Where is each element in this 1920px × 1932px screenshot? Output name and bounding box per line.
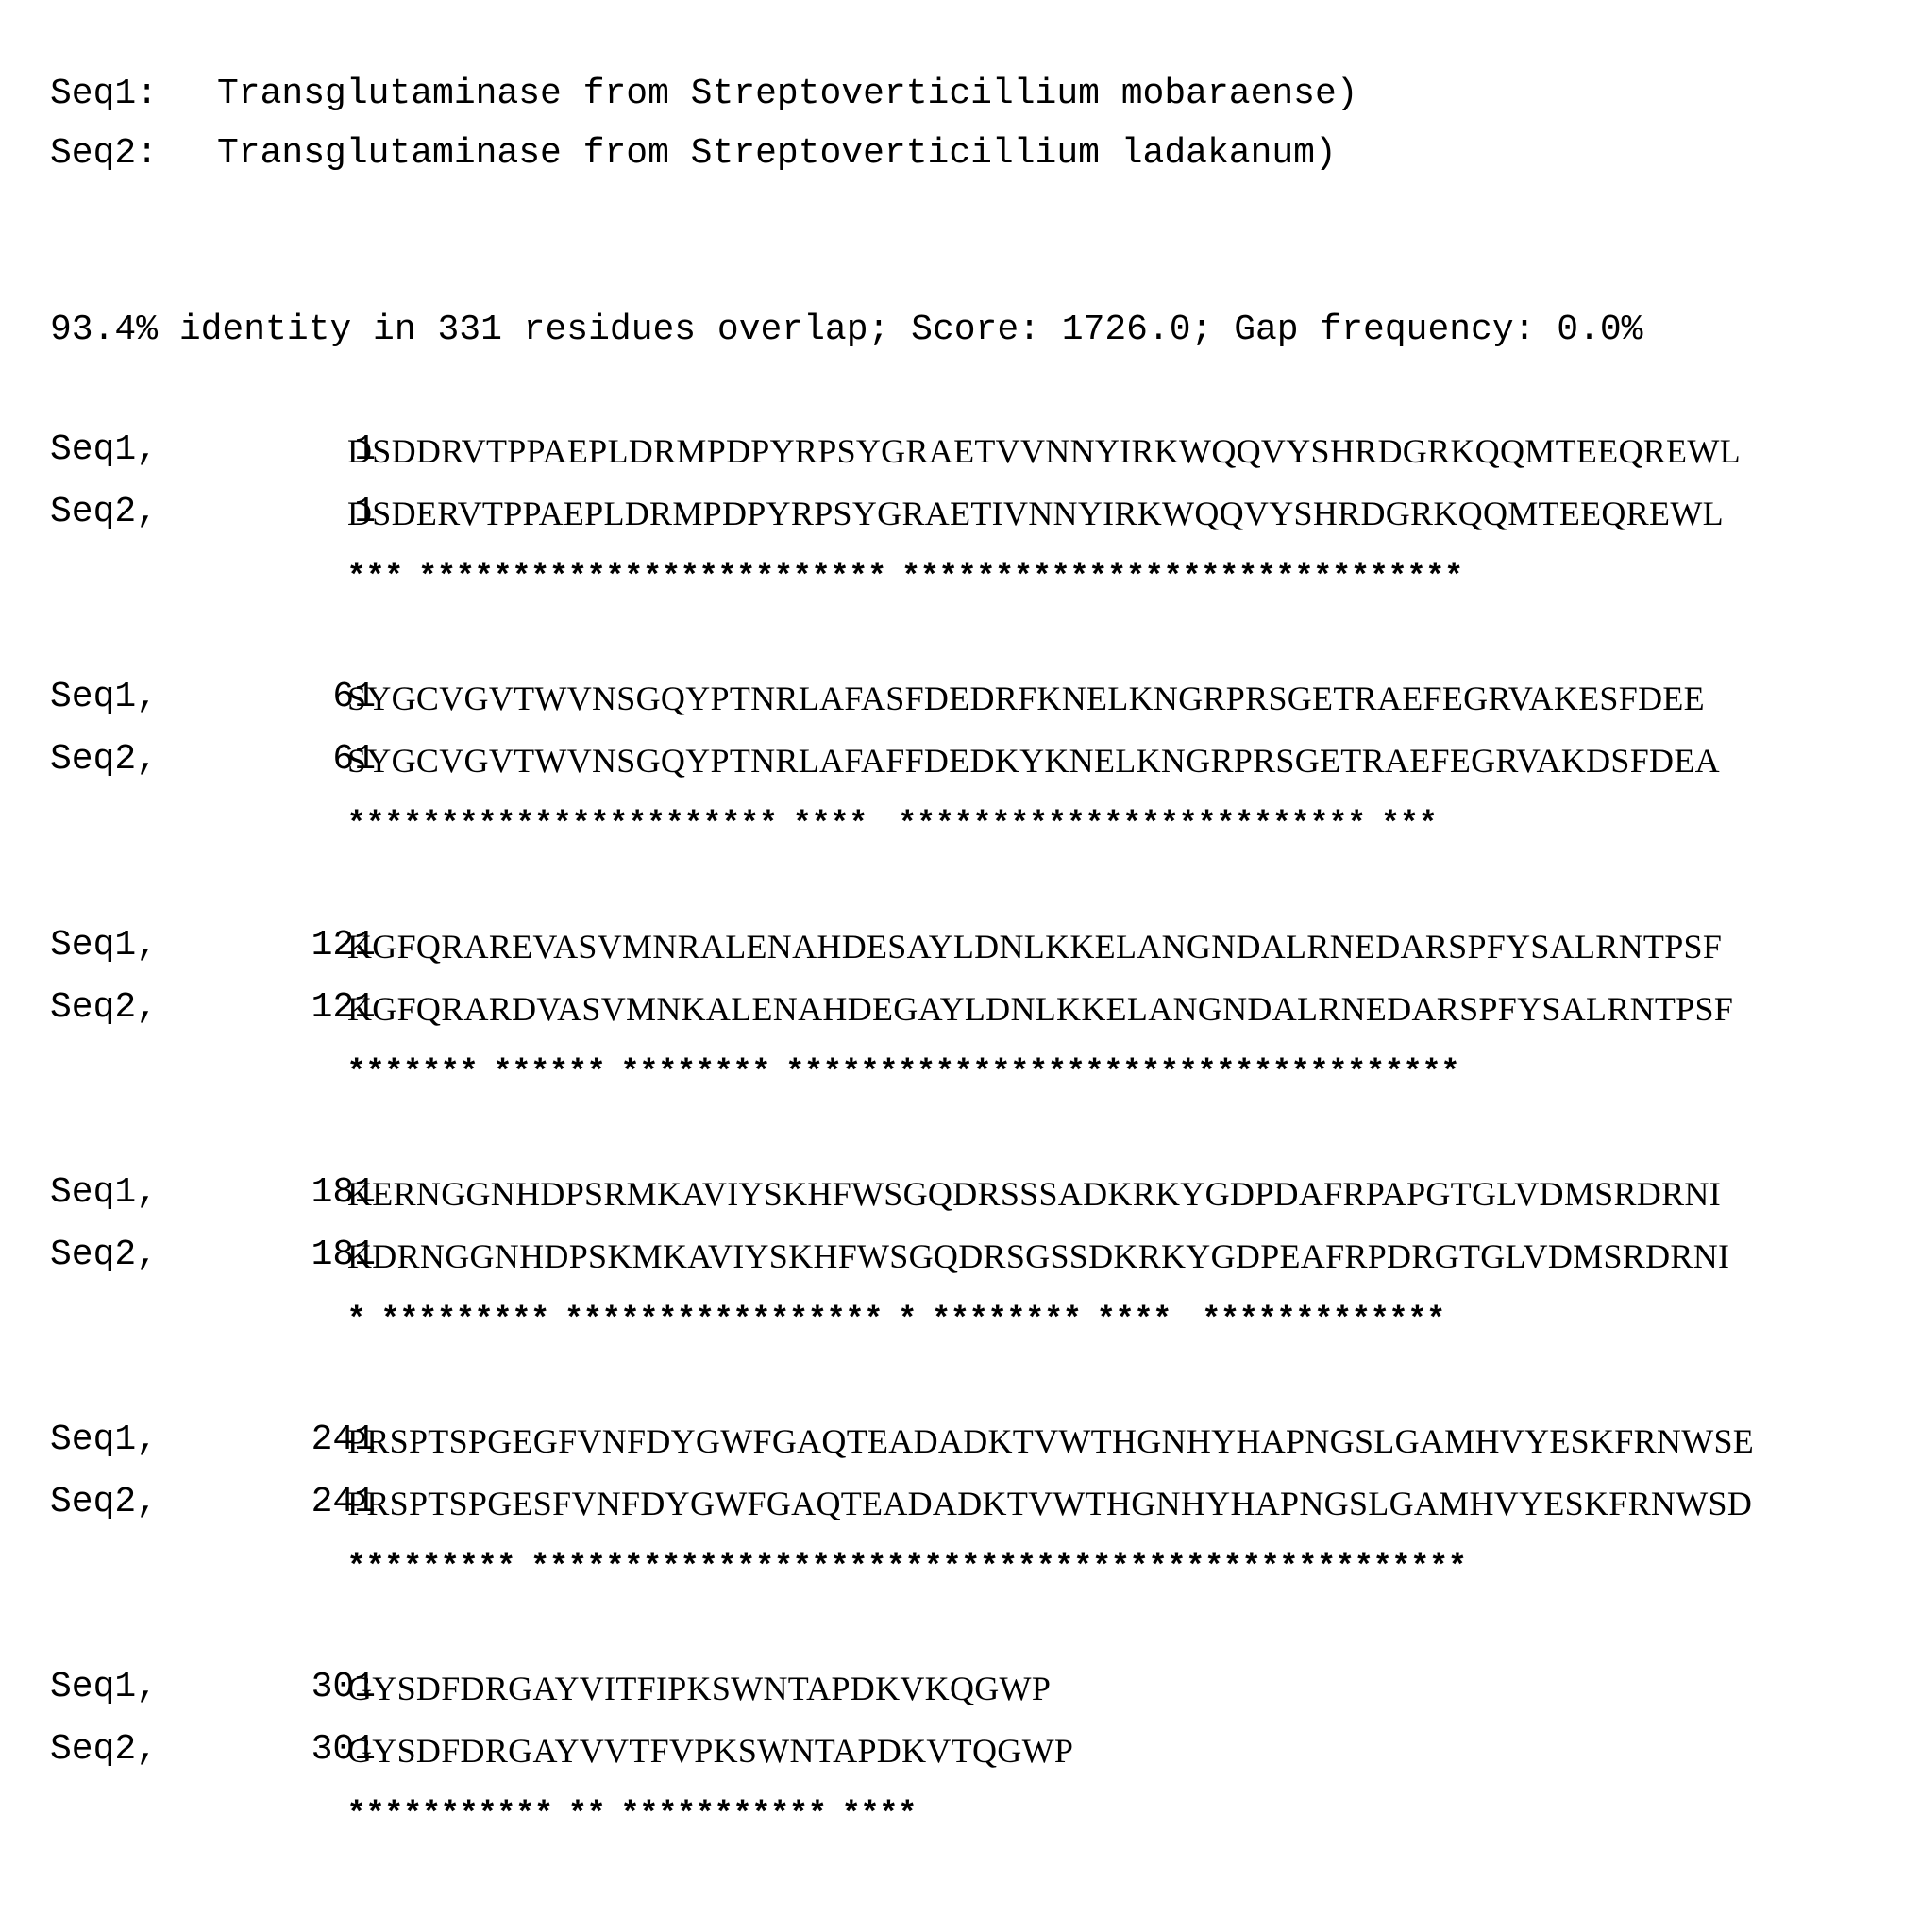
seq-name: Seq1, [50, 925, 159, 966]
seq-name: Seq2, [50, 1729, 159, 1770]
seq-name: Seq2, [50, 739, 159, 780]
seq1-row: Seq1, 241 PRSPTSPGEGFVNFDYGWFGAQTEADADKT… [50, 1420, 1754, 1467]
seq-name: Seq1, [50, 429, 159, 470]
seq2-row: Seq2, 301 GYSDFDRGAYVVTFVPKSWNTAPDKVTQGW… [50, 1729, 1073, 1776]
seq1-row: Seq1, 301 GYSDFDRGAYVITFIPKSWNTAPDKVKQGW… [50, 1667, 1051, 1714]
consensus-row: ******* ****** ******** ****************… [350, 1051, 1463, 1087]
header-seq2: Seq2: Transglutaminase from Streptovertic… [50, 133, 1337, 174]
seq1-row: Seq1, 121 KGFQRAREVASVMNRALENAHDESAYLDNL… [50, 925, 1722, 972]
sequence: SYGCVGVTWVNSGQYPTNRLAFAFFDEDKYKNELKNGRPR… [347, 742, 1720, 780]
header-seq1-description: Transglutaminase from Streptoverticilliu… [217, 74, 1358, 114]
header-seq1: Seq1: Transglutaminase from Streptovertic… [50, 74, 1358, 114]
header-seq2-description: Transglutaminase from Streptoverticilliu… [217, 133, 1337, 174]
seq2-row: Seq2, 181 KDRNGGNHDPSKMKAVIYSKHFWSGQDRSG… [50, 1235, 1729, 1282]
sequence: DSDERVTPPAEPLDRMPDPYRPSYGRAETIVNNYIRKWQQ… [347, 495, 1724, 532]
seq-name: Seq2, [50, 987, 159, 1028]
alignment-summary: 93.4% identity in 331 residues overlap; … [50, 310, 1643, 350]
header-seq1-label: Seq1: [50, 74, 159, 114]
seq-name: Seq1, [50, 1172, 159, 1213]
sequence: KGFQRARDVASVMNKALENAHDEGAYLDNLKKELANGNDA… [347, 990, 1734, 1028]
seq-name: Seq1, [50, 677, 159, 717]
consensus-row: * ********* ***************** * ********… [350, 1299, 1449, 1335]
seq2-row: Seq2, 121 KGFQRARDVASVMNKALENAHDEGAYLDNL… [50, 987, 1733, 1034]
sequence: PRSPTSPGEGFVNFDYGWFGAQTEADADKTVWTHGNHYHA… [347, 1422, 1755, 1460]
sequence: GYSDFDRGAYVITFIPKSWNTAPDKVKQGWP [347, 1670, 1052, 1707]
seq1-row: Seq1, 1 DSDDRVTPPAEPLDRMPDPYRPSYGRAETVVN… [50, 429, 1741, 477]
seq1-row: Seq1, 181 KERNGGNHDPSRMKAVIYSKHFWSGQDRSS… [50, 1172, 1721, 1219]
seq-name: Seq1, [50, 1420, 159, 1460]
seq-name: Seq2, [50, 492, 159, 532]
consensus-row: *********** ** *********** **** [350, 1793, 920, 1829]
sequence: DSDDRVTPPAEPLDRMPDPYRPSYGRAETVVNNYIRKWQQ… [347, 432, 1741, 470]
seq1-row: Seq1, 61 SYGCVGVTWVNSGQYPTNRLAFASFDEDRFK… [50, 677, 1705, 724]
seq2-row: Seq2, 1 DSDERVTPPAEPLDRMPDPYRPSYGRAETIVN… [50, 492, 1724, 539]
consensus-row: ********* ******************************… [350, 1546, 1486, 1582]
seq-name: Seq1, [50, 1667, 159, 1707]
sequence: KDRNGGNHDPSKMKAVIYSKHFWSGQDRSGSSDKRKYGDP… [347, 1237, 1730, 1275]
sequence: KERNGGNHDPSRMKAVIYSKHFWSGQDRSSSADKRKYGDP… [347, 1175, 1721, 1213]
seq-name: Seq2, [50, 1235, 159, 1275]
seq2-row: Seq2, 241 PRSPTSPGESFVNFDYGWFGAQTEADADKT… [50, 1482, 1752, 1529]
sequence: GYSDFDRGAYVVTFVPKSWNTAPDKVTQGWP [347, 1732, 1074, 1770]
header-seq2-label: Seq2: [50, 133, 159, 174]
seq-name: Seq2, [50, 1482, 159, 1522]
alignment-document: Seq1: Transglutaminase from Streptovertic… [0, 0, 1920, 1932]
seq2-row: Seq2, 61 SYGCVGVTWVNSGQYPTNRLAFAFFDEDKYK… [50, 739, 1720, 786]
sequence: SYGCVGVTWVNSGQYPTNRLAFASFDEDRFKNELKNGRPR… [347, 680, 1705, 717]
sequence: PRSPTSPGESFVNFDYGWFGAQTEADADKTVWTHGNHYHA… [347, 1485, 1753, 1522]
sequence: KGFQRAREVASVMNRALENAHDESAYLDNLKKELANGNDA… [347, 928, 1723, 966]
consensus-row: *** ************************* **********… [350, 556, 1467, 592]
consensus-row: *********************** **** ***********… [350, 803, 1456, 839]
